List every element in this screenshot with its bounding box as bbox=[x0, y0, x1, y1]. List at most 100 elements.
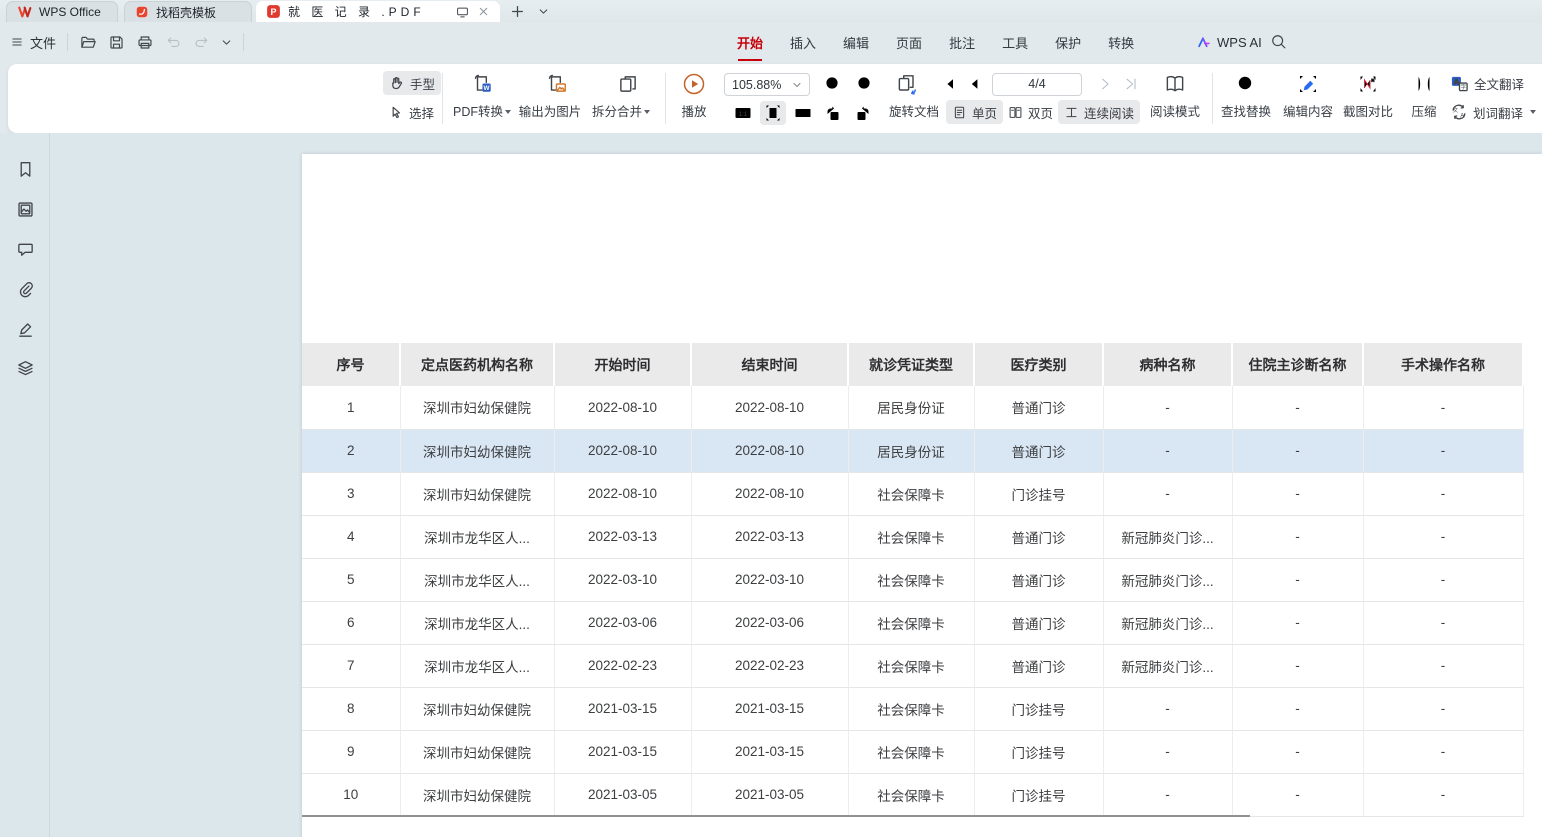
find-replace-button[interactable]: 查找替换 bbox=[1218, 100, 1274, 124]
divider bbox=[67, 33, 68, 51]
ribbon-tab-8[interactable]: 转换 bbox=[1108, 33, 1134, 52]
edit-content-button[interactable]: 编辑内容 bbox=[1280, 100, 1336, 124]
play-button[interactable]: 播放 bbox=[680, 100, 708, 124]
fit-width-icon[interactable] bbox=[790, 101, 816, 125]
column-header: 医疗类别 bbox=[974, 343, 1103, 386]
divider bbox=[1212, 73, 1213, 124]
table-cell: 居民身份证 bbox=[848, 429, 974, 472]
undo-icon[interactable] bbox=[165, 34, 182, 50]
plus-icon bbox=[510, 4, 525, 19]
single-page-button[interactable]: 单页 bbox=[946, 100, 1003, 124]
split-merge-button[interactable]: 拆分合并 bbox=[586, 100, 656, 124]
play-icon[interactable] bbox=[680, 70, 708, 98]
ribbon-tab-6[interactable]: 工具 bbox=[1002, 33, 1028, 52]
table-cell: 1 bbox=[302, 386, 400, 429]
search-icon[interactable] bbox=[1270, 33, 1287, 50]
layers-icon[interactable] bbox=[12, 355, 38, 381]
page-indicator-input[interactable]: 4/4 bbox=[992, 73, 1082, 96]
attachment-icon[interactable] bbox=[12, 276, 38, 302]
column-header: 序号 bbox=[302, 343, 400, 386]
new-tab-button[interactable] bbox=[508, 2, 526, 20]
screenshot-compare-button[interactable]: 截图对比 bbox=[1340, 100, 1396, 124]
tab-docer-templates[interactable]: 找稻壳模板 bbox=[124, 1, 252, 22]
table-cell: 社会保障卡 bbox=[848, 644, 974, 687]
thumbnail-icon[interactable] bbox=[12, 196, 38, 222]
edit-content-icon[interactable] bbox=[1294, 70, 1322, 98]
bookmark-icon[interactable] bbox=[12, 156, 38, 182]
tab-document-pdf[interactable]: P 就 医 记 录 .PDF bbox=[256, 1, 500, 22]
previous-page-icon[interactable] bbox=[964, 73, 986, 95]
rotate-document-label: 旋转文档 bbox=[889, 105, 939, 119]
last-page-icon[interactable] bbox=[1120, 73, 1142, 95]
page-indicator-value: 4/4 bbox=[1028, 77, 1045, 91]
export-image-button[interactable]: 输出为图片 bbox=[514, 100, 586, 124]
pdf-page[interactable]: 序号定点医药机构名称开始时间结束时间就诊凭证类型医疗类别病种名称住院主诊断名称手… bbox=[302, 154, 1542, 837]
read-mode-button[interactable]: 阅读模式 bbox=[1146, 100, 1204, 124]
table-cell: 普通门诊 bbox=[974, 601, 1103, 644]
file-menu-button[interactable]: 文件 bbox=[10, 33, 56, 52]
table-cell: - bbox=[1103, 687, 1232, 730]
table-cell: - bbox=[1232, 644, 1363, 687]
column-header: 住院主诊断名称 bbox=[1232, 343, 1363, 386]
ribbon-tab-5[interactable]: 批注 bbox=[949, 33, 975, 52]
ribbon-tab-3[interactable]: 编辑 bbox=[843, 33, 869, 52]
rotate-left-icon[interactable] bbox=[820, 101, 846, 125]
wps-ai-label: WPS AI bbox=[1217, 35, 1262, 50]
redo-icon[interactable] bbox=[193, 34, 210, 50]
pdf-convert-button[interactable]: PDF转换 bbox=[449, 100, 515, 124]
first-page-icon[interactable] bbox=[938, 73, 960, 95]
single-page-icon bbox=[952, 105, 967, 120]
table-cell: 7 bbox=[302, 644, 400, 687]
word-translate-button[interactable]: 文 A 划词翻译 bbox=[1448, 100, 1538, 124]
select-tool-button[interactable]: 选择 bbox=[383, 100, 440, 124]
column-header: 手术操作名称 bbox=[1363, 343, 1523, 386]
zoom-level-select[interactable]: 105.88% bbox=[724, 73, 810, 96]
divider bbox=[442, 73, 443, 124]
medical-records-table: 序号定点医药机构名称开始时间结束时间就诊凭证类型医疗类别病种名称住院主诊断名称手… bbox=[302, 343, 1524, 817]
find-replace-icon[interactable] bbox=[1232, 70, 1260, 98]
zoom-out-icon[interactable] bbox=[820, 72, 846, 96]
svg-text:1:1: 1:1 bbox=[739, 112, 748, 118]
table-cell: 2022-03-10 bbox=[554, 558, 691, 601]
compress-button[interactable]: 压缩 bbox=[1405, 100, 1443, 124]
chevron-down-icon[interactable] bbox=[221, 37, 232, 48]
zoom-in-icon[interactable] bbox=[852, 72, 878, 96]
ribbon-tab-4[interactable]: 页面 bbox=[896, 33, 922, 52]
split-merge-icon[interactable] bbox=[614, 71, 642, 97]
svg-text:A: A bbox=[1454, 77, 1459, 85]
chevron-down-icon bbox=[538, 6, 549, 17]
save-icon[interactable] bbox=[108, 34, 125, 51]
compress-icon[interactable] bbox=[1410, 70, 1438, 98]
ribbon-tab-1[interactable]: 开始 bbox=[737, 33, 763, 52]
next-page-icon[interactable] bbox=[1094, 73, 1116, 95]
print-icon[interactable] bbox=[136, 34, 154, 51]
actual-size-icon[interactable]: 1:1 bbox=[730, 101, 756, 125]
screenshot-compare-icon[interactable] bbox=[1354, 70, 1382, 98]
close-icon[interactable] bbox=[477, 5, 490, 18]
read-mode-icon[interactable] bbox=[1160, 70, 1190, 98]
tab-wps-office[interactable]: WPS Office bbox=[6, 1, 118, 22]
export-image-icon[interactable] bbox=[543, 71, 571, 97]
signature-icon[interactable] bbox=[12, 316, 38, 342]
single-page-label: 单页 bbox=[972, 103, 997, 122]
monitor-icon[interactable] bbox=[455, 5, 470, 19]
table-cell: 2021-03-15 bbox=[554, 687, 691, 730]
rotate-document-button[interactable]: 旋转文档 bbox=[882, 100, 946, 124]
pdf-convert-icon[interactable]: W bbox=[469, 71, 497, 97]
column-header: 定点医药机构名称 bbox=[400, 343, 554, 386]
table-cell: 门诊挂号 bbox=[974, 472, 1103, 515]
comment-icon[interactable] bbox=[12, 236, 38, 262]
open-folder-icon[interactable] bbox=[79, 34, 97, 51]
wps-ai-button[interactable]: WPS AI bbox=[1196, 22, 1262, 62]
continuous-reading-button[interactable]: 连续阅读 bbox=[1058, 100, 1140, 124]
hand-tool-button[interactable]: 手型 bbox=[383, 71, 441, 95]
ribbon-tab-2[interactable]: 插入 bbox=[790, 33, 816, 52]
full-translate-icon: A 字 bbox=[1450, 74, 1469, 93]
table-cell: 社会保障卡 bbox=[848, 472, 974, 515]
tab-list-button[interactable] bbox=[534, 2, 552, 20]
ribbon-tab-7[interactable]: 保护 bbox=[1055, 33, 1081, 52]
rotate-right-icon[interactable] bbox=[850, 101, 876, 125]
fit-page-icon[interactable] bbox=[760, 101, 786, 125]
rotate-document-icon[interactable] bbox=[892, 70, 922, 98]
full-translate-button[interactable]: A 字 全文翻译 bbox=[1448, 71, 1526, 95]
